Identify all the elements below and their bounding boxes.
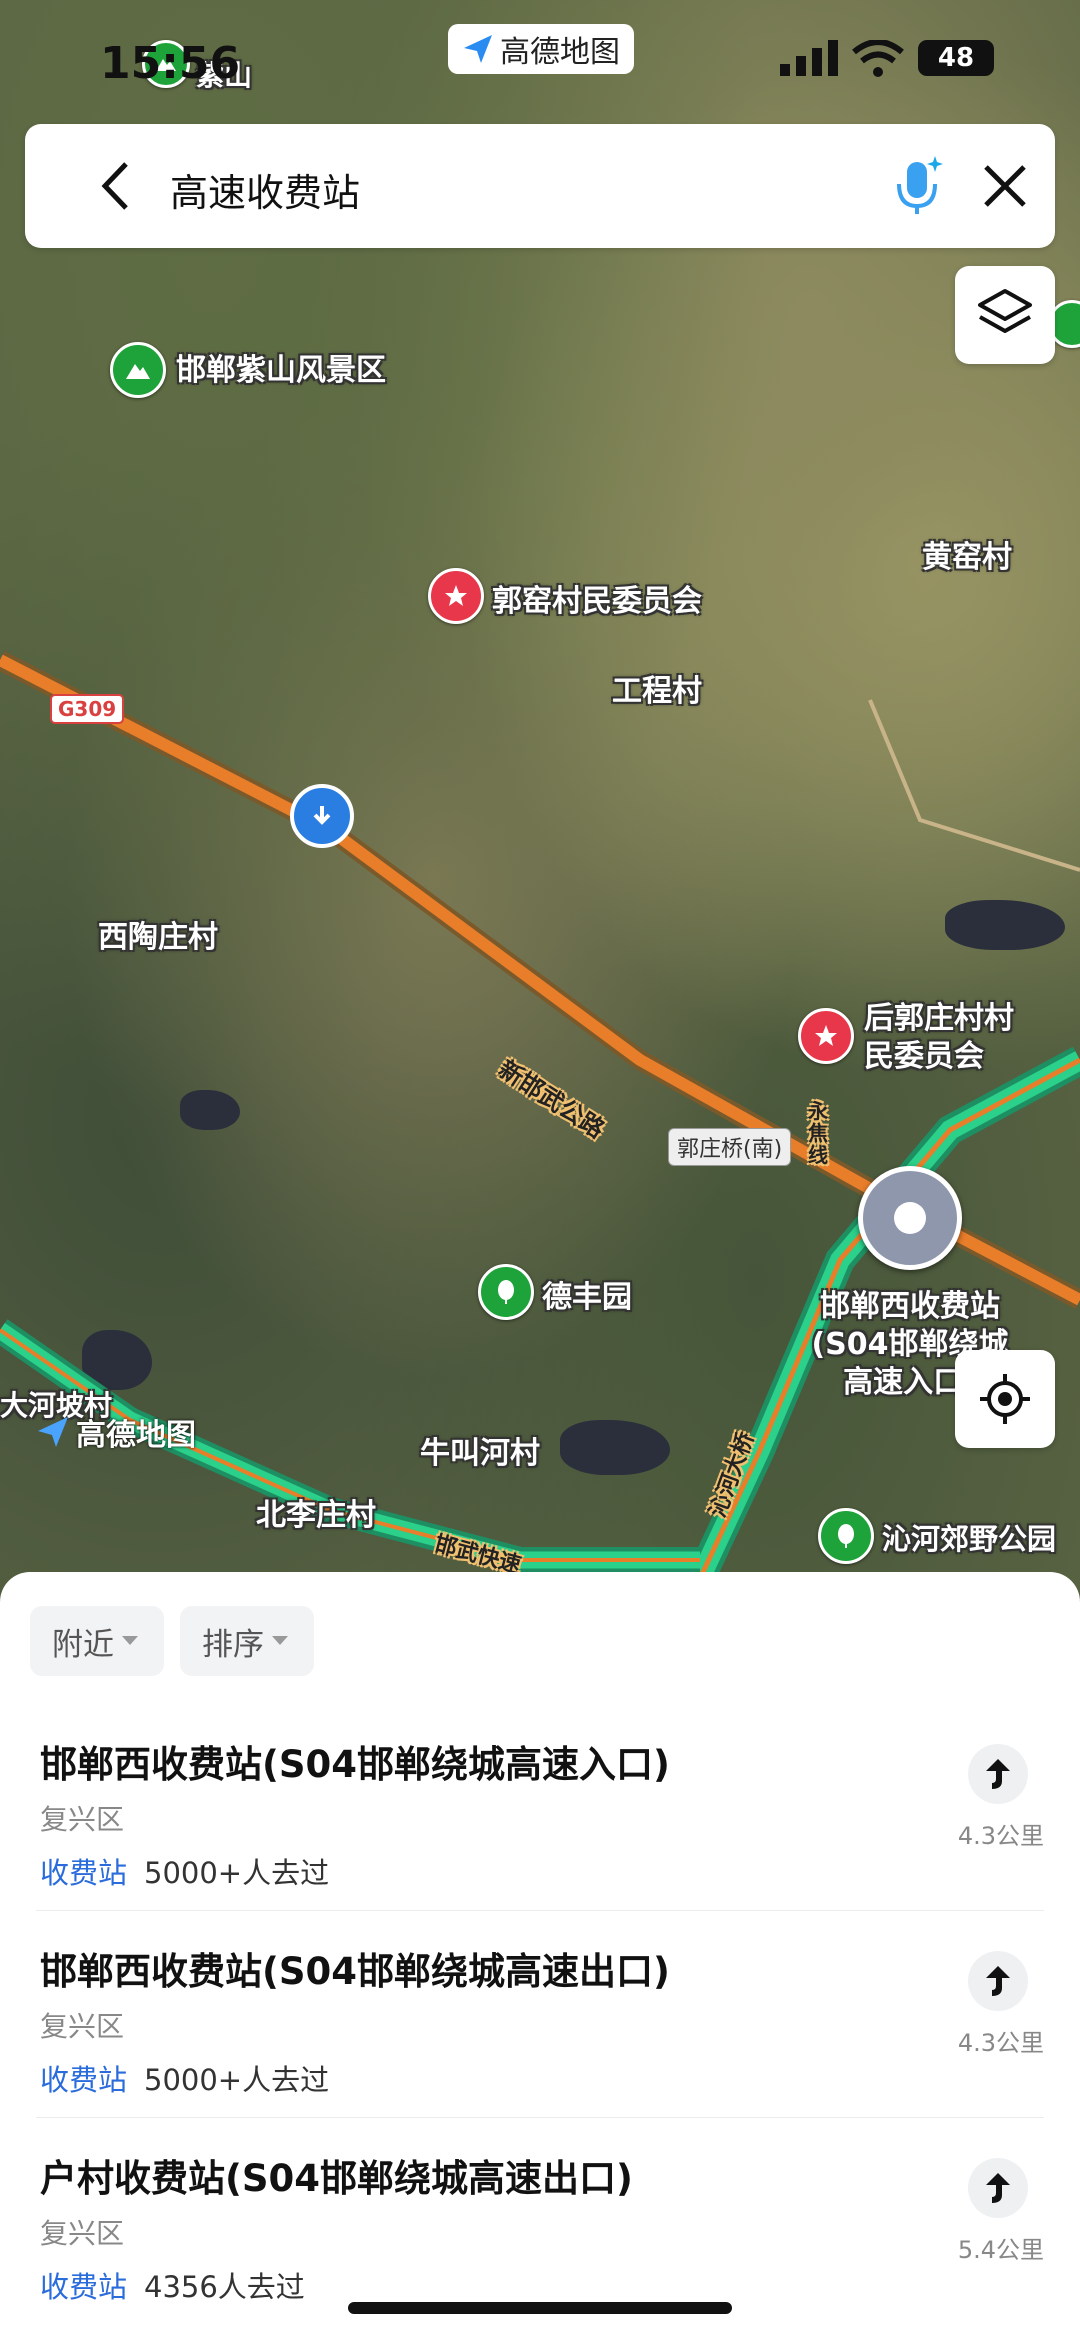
search-bar[interactable]: 高速收费站 xyxy=(25,124,1055,248)
battery-indicator: 48 xyxy=(918,40,994,76)
back-button[interactable] xyxy=(85,154,145,218)
result-item[interactable]: 邯郸西收费站(S04邯郸绕城高速出口) 复兴区 收费站 5000+人去过 4.3… xyxy=(0,1911,1080,2118)
wifi-icon xyxy=(852,40,904,77)
filter-nearby[interactable]: 附近 xyxy=(30,1606,164,1676)
search-input[interactable]: 高速收费站 xyxy=(170,162,360,217)
route-arrow-icon xyxy=(986,1759,1010,1789)
chevron-left-icon xyxy=(101,162,128,210)
result-visits: 5000+人去过 xyxy=(144,1856,330,1890)
app-badge[interactable]: 高德地图 xyxy=(448,24,634,74)
amap-logo-icon xyxy=(38,1417,68,1447)
map-label-qinhe-park[interactable]: 沁河郊野公园 xyxy=(882,1516,1056,1558)
mountain-poi-icon[interactable] xyxy=(110,342,166,398)
voice-search-button[interactable] xyxy=(880,148,956,224)
navigate-button[interactable] xyxy=(968,1951,1028,2011)
watermark-text: 高德地图 xyxy=(76,1418,196,1453)
park-poi-icon[interactable] xyxy=(478,1264,534,1320)
clear-search-button[interactable] xyxy=(973,154,1037,218)
navigate-button[interactable] xyxy=(968,2158,1028,2218)
road-badge-g309: G309 xyxy=(50,694,125,724)
map-label-huangyao[interactable]: 黄窑村 xyxy=(922,532,1012,576)
caret-down-icon xyxy=(272,1636,288,1645)
results-sheet[interactable]: 附近 排序 邯郸西收费站(S04邯郸绕城高速入口) 复兴区 收费站 5000+人… xyxy=(0,1572,1080,2337)
road-tag-guozhuangqiao: 郭庄桥(南) xyxy=(668,1128,792,1166)
route-arrow-icon xyxy=(986,2173,1010,2203)
government-poi-icon[interactable] xyxy=(428,568,484,624)
map-label-gongcheng[interactable]: 工程村 xyxy=(612,666,702,710)
result-category: 收费站 xyxy=(40,1856,128,1890)
result-distance: 4.3公里 xyxy=(957,1822,1044,1850)
map-label-zishan-area[interactable]: 邯郸紫山风景区 xyxy=(176,345,386,389)
result-district: 复兴区 xyxy=(40,2217,125,2250)
result-category: 收费站 xyxy=(40,2063,128,2097)
map-label-houguo-committee[interactable]: 后郭庄村村民委员会 xyxy=(864,1000,1034,1076)
result-district: 复兴区 xyxy=(40,1803,125,1836)
result-district: 复兴区 xyxy=(40,2010,125,2043)
layers-icon xyxy=(978,289,1032,333)
map-watermark: 高德地图 xyxy=(36,1410,196,1454)
app-badge-label: 高德地图 xyxy=(500,35,620,70)
result-title[interactable]: 邯郸西收费站(S04邯郸绕城高速出口) xyxy=(40,1941,670,1995)
result-title[interactable]: 邯郸西收费站(S04邯郸绕城高速入口) xyxy=(40,1734,670,1788)
status-time: 15:56 xyxy=(100,38,241,89)
map-layers-button[interactable] xyxy=(955,266,1055,364)
government-poi-icon[interactable] xyxy=(798,1008,854,1064)
result-visits: 5000+人去过 xyxy=(144,2063,330,2097)
map-label-xitaozhuang[interactable]: 西陶庄村 xyxy=(98,912,218,956)
result-title[interactable]: 户村收费站(S04邯郸绕城高速出口) xyxy=(40,2148,633,2202)
amap-logo-icon xyxy=(464,35,492,63)
route-arrow-icon xyxy=(986,1966,1010,1996)
map-label-niujiaohe[interactable]: 牛叫河村 xyxy=(420,1428,540,1472)
close-icon xyxy=(984,165,1026,207)
road-name-yongjiao: 永焦线 xyxy=(808,1099,828,1167)
filter-nearby-label: 附近 xyxy=(52,1626,114,1663)
result-visits: 4356人去过 xyxy=(144,2270,305,2304)
filter-sort[interactable]: 排序 xyxy=(180,1606,314,1676)
crosshair-icon xyxy=(980,1374,1030,1424)
signal-icon xyxy=(780,40,838,76)
park-poi-icon[interactable] xyxy=(818,1508,874,1564)
home-indicator[interactable] xyxy=(348,2302,732,2314)
result-distance: 4.3公里 xyxy=(957,2029,1044,2057)
result-distance: 5.4公里 xyxy=(957,2236,1044,2264)
filter-sort-label: 排序 xyxy=(202,1626,264,1663)
map-label-guoyao-committee[interactable]: 郭窑村民委员会 xyxy=(492,576,702,620)
map-label-defeng[interactable]: 德丰园 xyxy=(542,1272,632,1316)
result-item[interactable]: 户村收费站(S04邯郸绕城高速出口) 复兴区 收费站 4356人去过 5.4公里 xyxy=(0,2118,1080,2325)
my-location-button[interactable] xyxy=(955,1350,1055,1448)
caret-down-icon xyxy=(122,1636,138,1645)
navigate-button[interactable] xyxy=(968,1744,1028,1804)
result-item[interactable]: 邯郸西收费站(S04邯郸绕城高速入口) 复兴区 收费站 5000+人去过 4.3… xyxy=(0,1704,1080,1911)
map-label-beilizhuang[interactable]: 北李庄村 xyxy=(256,1490,376,1534)
result-category: 收费站 xyxy=(40,2270,128,2304)
selected-location-pin-icon[interactable] xyxy=(858,1166,962,1270)
microphone-icon xyxy=(897,156,943,214)
download-marker-icon[interactable] xyxy=(290,784,354,848)
